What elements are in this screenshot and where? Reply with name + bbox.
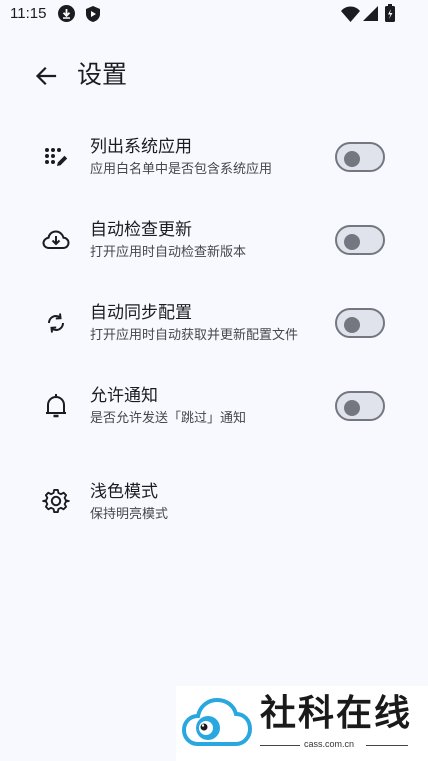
auto-check-update-switch[interactable]: [335, 225, 385, 255]
dots-pen-icon: [42, 143, 70, 171]
gear-icon: [42, 487, 70, 515]
setting-title: 自动检查更新: [90, 220, 192, 240]
setting-auto-sync-config[interactable]: 自动同步配置 打开应用时自动获取并更新配置文件: [0, 286, 428, 360]
watermark-domain: cass.com.cn: [304, 739, 355, 749]
wifi-icon: [341, 6, 360, 22]
setting-subtitle: 打开应用时自动检查新版本: [90, 245, 247, 260]
setting-allow-notifications[interactable]: 允许通知 是否允许发送「跳过」通知: [0, 369, 428, 443]
status-time: 11:15: [10, 5, 47, 22]
watermark-divider: [260, 745, 300, 746]
setting-title: 列出系统应用: [90, 137, 192, 157]
download-icon: [58, 5, 75, 22]
page-title: 设置: [77, 60, 128, 89]
switch-thumb: [344, 317, 360, 333]
setting-subtitle: 保持明亮模式: [90, 507, 169, 522]
watermark-divider: [366, 745, 408, 746]
setting-title: 允许通知: [90, 386, 158, 406]
bell-icon: [42, 392, 70, 420]
setting-list-system-apps[interactable]: 列出系统应用 应用白名单中是否包含系统应用: [0, 120, 428, 194]
switch-thumb: [344, 400, 360, 416]
arrow-back-icon: [35, 66, 57, 86]
watermark: 社科在线 cass.com.cn: [176, 686, 428, 761]
sync-icon: [42, 309, 70, 337]
setting-title: 浅色模式: [90, 482, 158, 502]
watermark-text: 社科在线: [260, 693, 413, 734]
setting-subtitle: 是否允许发送「跳过」通知: [90, 411, 247, 426]
setting-auto-check-update[interactable]: 自动检查更新 打开应用时自动检查新版本: [0, 203, 428, 277]
setting-title: 自动同步配置: [90, 303, 192, 323]
setting-subtitle: 应用白名单中是否包含系统应用: [90, 162, 273, 177]
switch-thumb: [344, 234, 360, 250]
setting-subtitle: 打开应用时自动获取并更新配置文件: [90, 328, 299, 343]
cloud-eye-logo-icon: [182, 697, 252, 746]
signal-icon: [363, 6, 378, 21]
battery-icon: [385, 4, 395, 22]
shield-icon: [86, 6, 100, 22]
list-system-apps-switch[interactable]: [335, 142, 385, 172]
top-app-bar: 设置: [0, 50, 428, 102]
auto-sync-config-switch[interactable]: [335, 308, 385, 338]
back-button[interactable]: [26, 56, 66, 96]
status-bar: 11:15: [0, 0, 428, 30]
switch-thumb: [344, 151, 360, 167]
cloud-download-icon: [42, 226, 70, 254]
allow-notifications-switch[interactable]: [335, 391, 385, 421]
setting-light-mode[interactable]: 浅色模式 保持明亮模式: [0, 465, 428, 539]
